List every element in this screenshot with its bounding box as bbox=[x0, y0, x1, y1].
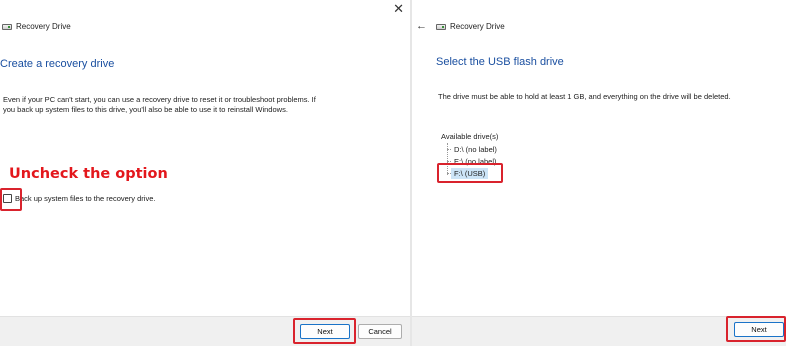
available-drives-tree: Available drive(s) D:\ (no label) E:\ (n… bbox=[441, 132, 499, 179]
checkbox-highlight-box bbox=[0, 188, 22, 211]
cancel-button[interactable]: Cancel bbox=[358, 324, 402, 339]
checkbox-label: Back up system files to the recovery dri… bbox=[15, 194, 156, 203]
description-line-2: you back up system files to this drive, … bbox=[3, 105, 288, 114]
available-drives-label: Available drive(s) bbox=[441, 132, 499, 141]
window-title: Recovery Drive bbox=[450, 22, 505, 31]
next-button-highlight-box bbox=[293, 318, 356, 344]
page-title: Create a recovery drive bbox=[0, 58, 115, 70]
window-titlebar: Recovery Drive bbox=[2, 22, 71, 31]
drive-item-d[interactable]: D:\ (no label) bbox=[451, 144, 500, 155]
drive-icon bbox=[436, 23, 446, 30]
window-titlebar: Recovery Drive bbox=[436, 22, 505, 31]
page-title: Select the USB flash drive bbox=[436, 56, 564, 68]
description-line-1: Even if your PC can't start, you can use… bbox=[3, 95, 316, 104]
description-text: The drive must be able to hold at least … bbox=[438, 92, 731, 101]
close-icon[interactable]: ✕ bbox=[393, 2, 404, 16]
window-title: Recovery Drive bbox=[16, 22, 71, 31]
drive-icon bbox=[2, 23, 12, 30]
back-arrow-icon[interactable]: ← bbox=[416, 20, 427, 32]
next-button-highlight-box bbox=[726, 316, 786, 342]
description-text: Even if your PC can't start, you can use… bbox=[3, 95, 403, 115]
annotation-text: Uncheck the option bbox=[9, 166, 168, 182]
backup-system-files-checkbox-row[interactable]: Back up system files to the recovery dri… bbox=[3, 194, 155, 203]
drive-highlight-box bbox=[437, 163, 503, 183]
